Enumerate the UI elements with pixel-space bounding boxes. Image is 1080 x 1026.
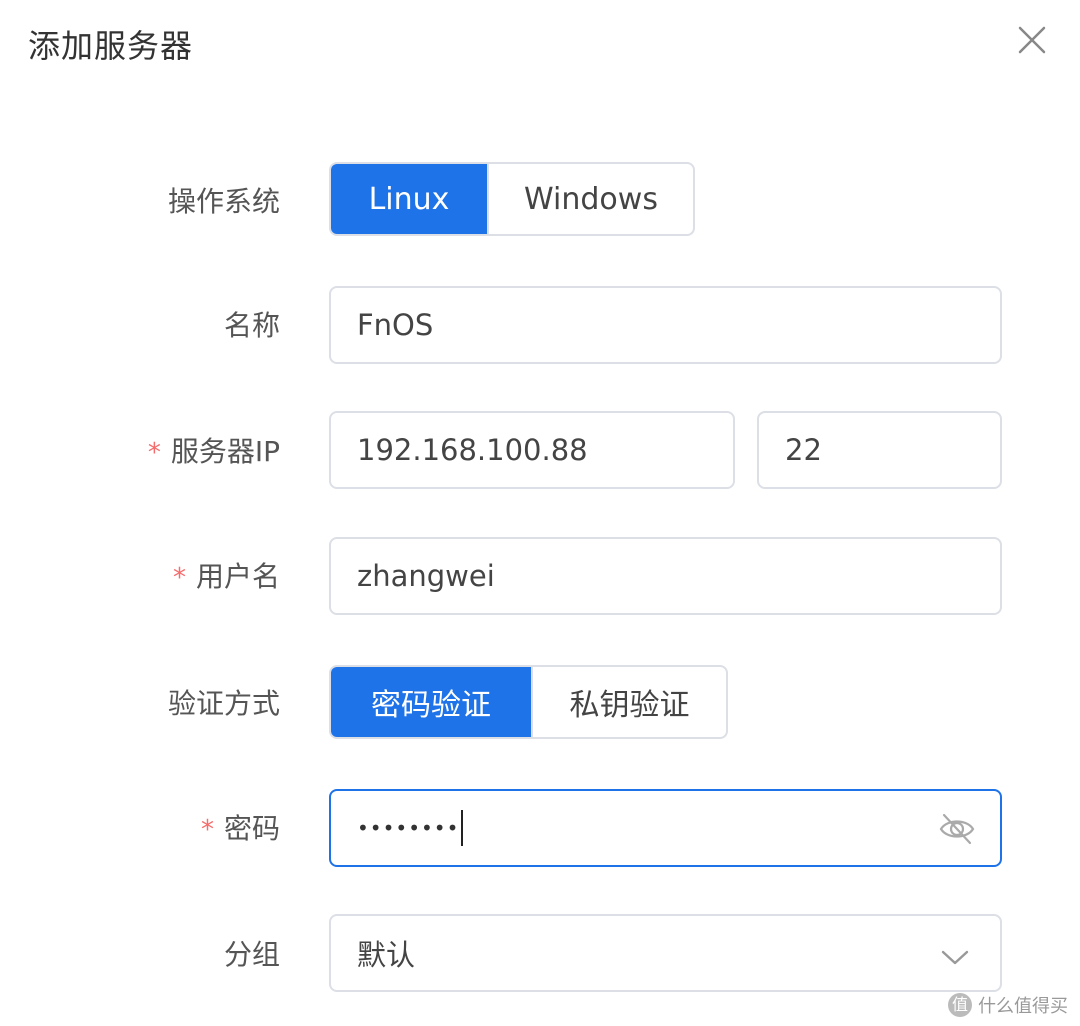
group-select[interactable]: 默认 <box>329 914 1002 992</box>
name-input[interactable]: FnOS <box>329 286 1002 364</box>
auth-method-label: 验证方式 <box>167 687 280 720</box>
auth-method-segmented-control: 密码验证 私钥验证 <box>329 665 728 739</box>
server-ip-input[interactable]: 192.168.100.88 <box>329 411 735 489</box>
watermark-text: 什么值得买 <box>978 996 1068 1017</box>
eye-off-icon <box>939 813 975 845</box>
name-label: 名称 <box>223 309 280 342</box>
password-label: * 密码 <box>200 812 280 845</box>
watermark: 值 什么值得买 <box>948 992 1068 1018</box>
close-button[interactable] <box>1014 22 1050 58</box>
os-option-windows[interactable]: Windows <box>487 164 693 234</box>
port-input[interactable]: 22 <box>757 411 1002 489</box>
auth-option-private-key[interactable]: 私钥验证 <box>531 667 726 737</box>
chevron-down-icon <box>941 950 969 965</box>
dropdown-toggle[interactable] <box>940 942 970 966</box>
close-icon <box>1018 26 1046 54</box>
username-label: * 用户名 <box>172 560 280 593</box>
text-caret <box>461 810 464 846</box>
password-input[interactable]: •••••••• <box>329 789 1002 867</box>
required-mark: * <box>200 815 214 845</box>
password-visibility-toggle[interactable] <box>938 811 976 847</box>
required-mark: * <box>172 563 186 593</box>
os-option-linux[interactable]: Linux <box>331 164 487 234</box>
server-ip-label: * 服务器IP <box>147 435 280 468</box>
required-mark: * <box>147 438 161 468</box>
password-value: •••••••• <box>357 816 460 840</box>
auth-option-password[interactable]: 密码验证 <box>331 667 531 737</box>
username-input[interactable]: zhangwei <box>329 537 1002 615</box>
os-label: 操作系统 <box>167 185 280 218</box>
group-selected-value: 默认 <box>357 938 416 972</box>
group-label: 分组 <box>223 938 280 971</box>
dialog-title: 添加服务器 <box>28 27 194 65</box>
watermark-logo: 值 <box>948 993 972 1017</box>
os-segmented-control: Linux Windows <box>329 162 695 236</box>
